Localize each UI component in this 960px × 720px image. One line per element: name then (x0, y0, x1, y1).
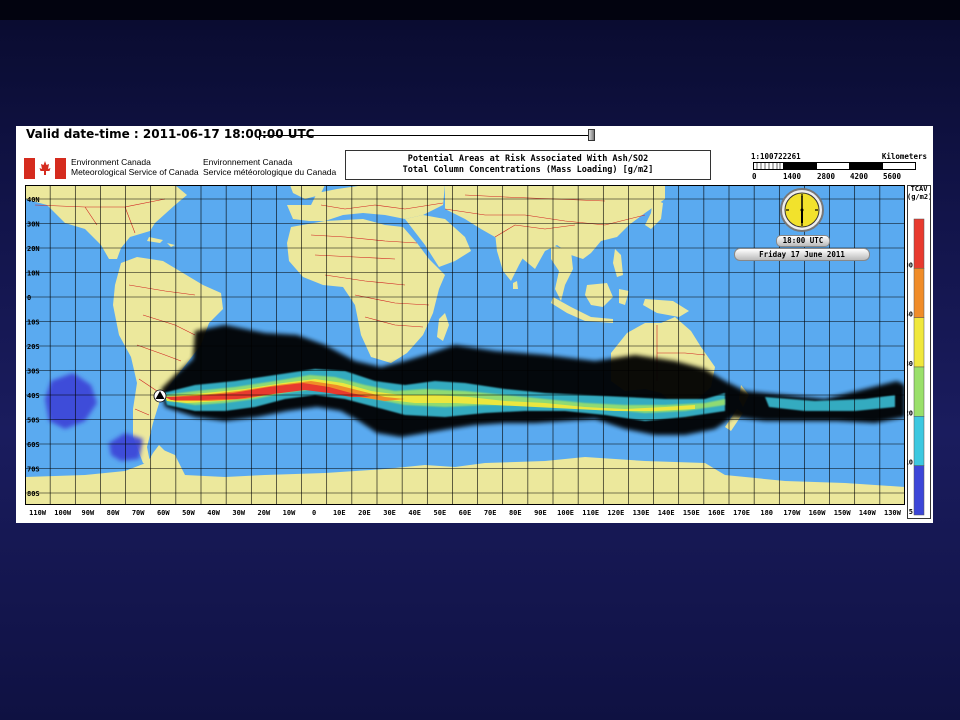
lon-label: 80W (107, 509, 120, 517)
lon-label: 150W (834, 509, 852, 517)
top-black-bar (0, 0, 960, 20)
legend-level-label: 10 (907, 459, 913, 467)
lon-label: 70W (132, 509, 145, 517)
lat-label: 20S (27, 343, 40, 351)
lon-label: 40E (408, 509, 421, 517)
agency-english: Environment Canada Meteorological Servic… (71, 157, 199, 177)
scale-bar: 1:100722261 Kilometers 0 1400 2800 4200 … (751, 152, 927, 182)
lon-label: 180 (760, 509, 773, 517)
scale-ratio: 1:100722261 (751, 152, 801, 161)
scale-tick-0: 0 (752, 172, 757, 181)
lon-label: 50W (182, 509, 195, 517)
ash-forecast-panel: Valid date-time : 2011-06-17 18:00:00 UT… (16, 126, 933, 523)
lat-label: 50S (27, 417, 40, 425)
product-title-line2: Total Column Concentrations (Mass Loadin… (402, 165, 654, 175)
clock-time: 18:00 UTC (782, 236, 824, 245)
lon-label: 130E (633, 509, 650, 517)
lon-label: 140E (658, 509, 675, 517)
agency-french: Environnement Canada Service météorologi… (203, 157, 337, 177)
legend-swatch (913, 268, 925, 318)
product-title-box: Potential Areas at Risk Associated With … (345, 150, 711, 180)
legend-color-bar: 100 50 30 20 10 5 (907, 185, 931, 519)
lon-label: 30E (383, 509, 396, 517)
clock-icon (780, 188, 824, 232)
legend-swatch (913, 416, 925, 466)
legend-level-label: 5 (909, 508, 913, 516)
clock-time-box: 18:00 UTC (776, 235, 830, 247)
tcav-legend: TCAV (g/m2) 100503020105 (907, 185, 932, 519)
lat-label: 10N (27, 270, 40, 278)
lon-label: 110E (582, 509, 599, 517)
lat-label: 10S (27, 319, 40, 327)
lon-label: 170E (733, 509, 750, 517)
lon-label: 0 (312, 509, 316, 517)
lon-label: 60W (157, 509, 170, 517)
lat-label: 30N (27, 221, 40, 229)
lon-label: 100W (54, 509, 72, 517)
legend-swatch (913, 366, 925, 417)
lat-label: 40S (27, 392, 40, 400)
agency-en-line2: Meteorological Service of Canada (71, 166, 199, 177)
longitude-labels: 110W 100W 90W 80W 70W 60W 50W 40W 30W 20W 10W 0 10E 2… (29, 509, 902, 517)
lat-label: 70S (27, 466, 40, 474)
lon-label: 60E (459, 509, 472, 517)
valid-datetime-label: Valid date-time : 2011-06-17 18:00:00 UT… (26, 127, 315, 141)
agency-fr-line2: Service météorologique du Canada (203, 166, 337, 177)
lon-label: 120E (607, 509, 624, 517)
lat-label: 40N (27, 196, 40, 204)
product-title-line1: Potential Areas at Risk Associated With … (407, 154, 649, 164)
legend-swatch (913, 218, 925, 269)
lon-label: 30W (232, 509, 245, 517)
lon-label: 80E (509, 509, 522, 517)
lat-label: 20N (27, 245, 40, 253)
clock-date: Friday 17 June 2011 (759, 250, 845, 259)
warning-triangle-icon[interactable] (153, 389, 167, 403)
lon-label: 50E (434, 509, 447, 517)
lon-label: 40W (207, 509, 220, 517)
lon-label: 20W (258, 509, 271, 517)
lat-label: 0 (27, 294, 31, 302)
clock-date-box: Friday 17 June 2011 (734, 248, 870, 261)
canada-flag-icon (24, 158, 66, 179)
scale-tick-4200: 4200 (850, 172, 869, 181)
lon-label: 160W (809, 509, 827, 517)
lon-label: 90E (534, 509, 547, 517)
legend-level-label: 30 (907, 360, 913, 368)
lon-label: 100E (557, 509, 574, 517)
world-map: 40N 30N 20N 10N 0 10S 20S 30S 40S 50S 60S 70S 80S 11… (25, 185, 905, 517)
scale-unit: Kilometers (881, 152, 927, 161)
lon-label: 10W (283, 509, 296, 517)
legend-level-label: 100 (907, 261, 913, 269)
legend-swatch (913, 465, 925, 516)
lat-label: 30S (27, 368, 40, 376)
lon-label: 90W (82, 509, 95, 517)
scale-tick-1400: 1400 (783, 172, 802, 181)
scale-tick-2800: 2800 (817, 172, 836, 181)
lat-label: 80S (27, 490, 40, 498)
legend-level-label: 20 (907, 409, 913, 417)
lon-label: 10E (333, 509, 346, 517)
lon-label: 160E (708, 509, 725, 517)
time-slider-track[interactable] (259, 131, 594, 140)
scale-tick-5600: 5600 (883, 172, 902, 181)
lon-label: 20E (358, 509, 371, 517)
scale-bar-graphic (753, 162, 916, 170)
lon-label: 130W (884, 509, 902, 517)
time-slider-handle[interactable] (588, 129, 595, 141)
lon-label: 140W (859, 509, 877, 517)
lon-label: 150E (683, 509, 700, 517)
lon-label: 110W (29, 509, 47, 517)
lat-label: 60S (27, 441, 40, 449)
lon-label: 70E (484, 509, 497, 517)
lon-label: 170W (783, 509, 801, 517)
legend-level-label: 50 (907, 311, 913, 319)
legend-swatch (913, 317, 925, 368)
